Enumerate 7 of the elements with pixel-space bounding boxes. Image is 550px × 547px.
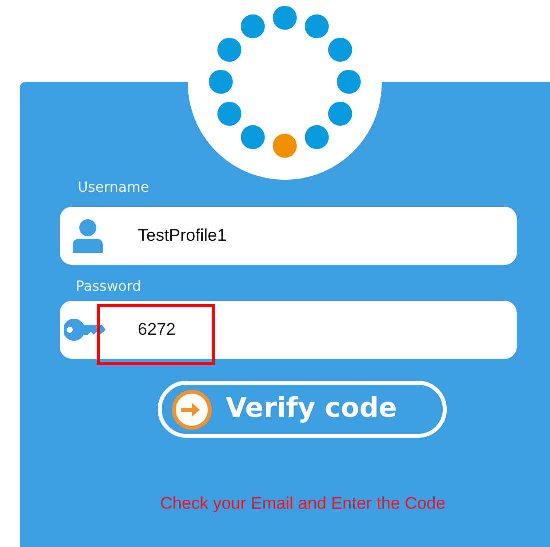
username-field[interactable]: TestProfile1: [60, 207, 517, 265]
key-icon: [64, 319, 106, 341]
password-field[interactable]: 6272: [60, 301, 517, 359]
password-label: Password: [76, 278, 142, 297]
instruction-message: Check your Email and Enter the Code: [159, 493, 447, 515]
user-icon: [72, 219, 104, 253]
username-label: Username: [78, 179, 150, 198]
